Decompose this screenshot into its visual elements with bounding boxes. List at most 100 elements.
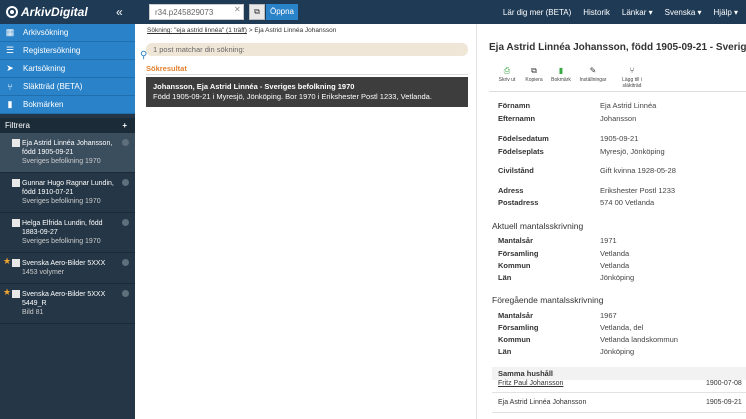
breadcrumb-search-link[interactable]: Sökning: "eja astrid linnéa" (1 träff) xyxy=(147,27,247,34)
document-icon xyxy=(12,139,20,147)
bookmark-item[interactable]: Gunnar Hugo Ragnar Lundin, född 1910-07-… xyxy=(0,173,135,213)
field-civil-status: Civilstånd Gift kvinna 1928-05-28 xyxy=(498,166,676,175)
copy-label: Kopiera xyxy=(525,77,543,83)
bookmark-item[interactable]: Eja Astrid Linnéa Johansson, född 1905-0… xyxy=(0,133,135,173)
field-label: Kommun xyxy=(498,261,531,270)
field-first-name: Förnamn Eja Astrid Linnéa xyxy=(498,101,656,110)
list-icon: ☰ xyxy=(5,45,15,55)
remove-bookmark-icon[interactable] xyxy=(122,290,129,297)
field-label: Civilstånd xyxy=(498,166,534,175)
clear-icon[interactable]: ✕ xyxy=(234,5,241,14)
household-member-date: 1905-09-21 xyxy=(706,399,742,406)
nav-history[interactable]: Historik xyxy=(583,8,610,17)
bookmark-button[interactable]: ▮ Bokmärk xyxy=(549,65,573,87)
result-item[interactable]: Johansson, Eja Astrid Linnéa - Sveriges … xyxy=(146,77,468,107)
field-postal-address: Postadress 574 00 Vetlanda xyxy=(498,198,654,207)
bookmark-subtitle: Bild 81 xyxy=(22,309,44,316)
document-icon xyxy=(12,290,20,298)
previous-census-heading: Föregående mantalsskrivning xyxy=(492,295,604,305)
divider xyxy=(492,392,746,393)
breadcrumb-separator: > xyxy=(248,27,253,34)
location-arrow-icon: ➤ xyxy=(6,63,14,73)
remove-bookmark-icon[interactable] xyxy=(122,219,129,226)
brand[interactable]: ArkivDigital xyxy=(0,0,135,24)
record-toolbar: ⎙ Skriv ut ⧉ Kopiera ▮ Bokmärk ✎ Inställ… xyxy=(495,65,651,89)
sidebar-item-family-tree[interactable]: ⑂ Släktträd (BETA) xyxy=(0,78,135,96)
sidebar: ▦ Arkivsökning ☰ Registersökning ➤ Karts… xyxy=(0,24,135,419)
record-detail-pane: Eja Astrid Linnéa Johansson, född 1905-0… xyxy=(476,24,746,419)
bookmark-item[interactable]: ★ Svenska Aero-Bilder 5XXX 5449_R Bild 8… xyxy=(0,284,135,324)
record-title: Eja Astrid Linnéa Johansson, född 1905-0… xyxy=(489,42,746,53)
bookmark-title: Svenska Aero-Bilder 5XXX 5449_R xyxy=(22,291,106,307)
print-button[interactable]: ⎙ Skriv ut xyxy=(495,65,519,87)
field-label: Födelseplats xyxy=(498,147,544,156)
divider xyxy=(489,91,746,92)
bookmark-icon: ▮ xyxy=(558,66,564,75)
household-member: Eja Astrid Linnéa Johansson 1905-09-21 xyxy=(498,399,746,406)
nav-help[interactable]: Hjälp ▾ xyxy=(714,8,738,17)
current-parish: Församling Vetlanda xyxy=(498,249,629,258)
sidebar-item-archive-search[interactable]: ▦ Arkivsökning xyxy=(0,24,135,42)
bookmark-item[interactable]: ★ Svenska Aero-Bilder 5XXX 1453 volymer xyxy=(0,253,135,284)
copy-button[interactable]: ⧉ Kopiera xyxy=(522,65,546,87)
household-member-link[interactable]: Fritz Paul Johansson xyxy=(498,380,706,387)
filter-label: Filtrera xyxy=(5,121,30,130)
settings-label: Inställningar xyxy=(579,77,607,83)
bookmark-icon: ▮ xyxy=(7,99,13,109)
star-icon[interactable]: ★ xyxy=(3,257,11,266)
field-label: Mantalsår xyxy=(498,236,534,245)
field-label: Förnamn xyxy=(498,101,531,110)
remove-bookmark-icon[interactable] xyxy=(122,179,129,186)
sidebar-item-label: Kartsökning xyxy=(23,64,66,73)
document-icon xyxy=(12,179,20,187)
field-label: Efternamn xyxy=(498,114,536,123)
result-detail: Född 1905-09-21 i Myresjö, Jönköping. Bo… xyxy=(153,92,432,101)
sidebar-item-label: Registersökning xyxy=(23,46,81,55)
add-bookmark-icon[interactable]: + xyxy=(122,118,127,133)
nav-learn-more[interactable]: Lär dig mer (BETA) xyxy=(503,8,571,17)
settings-button[interactable]: ✎ Inställningar xyxy=(576,65,610,87)
sidebar-item-map-search[interactable]: ➤ Kartsökning xyxy=(0,60,135,78)
bookmark-item[interactable]: Helga Elfrida Lundin, född 1883-09-27 Sv… xyxy=(0,213,135,253)
current-census-heading: Aktuell mantalsskrivning xyxy=(492,221,584,231)
copy-icon: ⧉ xyxy=(531,66,537,75)
bookmark-title: Eja Astrid Linnéa Johansson, född 1905-0… xyxy=(22,140,113,156)
remove-bookmark-icon[interactable] xyxy=(122,259,129,266)
add-to-tree-label: Lägg till i släktträd xyxy=(622,77,642,89)
field-value: Vetlanda xyxy=(600,249,630,258)
field-value: Jönköping xyxy=(600,273,635,282)
results-heading: Sökresultat xyxy=(146,64,187,73)
sidebar-item-register-search[interactable]: ☰ Registersökning xyxy=(0,42,135,60)
field-label: Adress xyxy=(498,186,524,195)
bookmark-title: Svenska Aero-Bilder 5XXX xyxy=(22,260,106,267)
household-heading: Samma hushåll xyxy=(492,367,746,380)
field-value: Vetlanda, del xyxy=(600,323,644,332)
field-birth-date: Födelsedatum 1905-09-21 xyxy=(498,134,638,143)
sidebar-item-label: Bokmärken xyxy=(23,100,64,109)
print-icon: ⎙ xyxy=(503,66,511,75)
tree-icon: ⑂ xyxy=(7,81,13,92)
field-last-name: Efternamn Johansson xyxy=(498,114,636,123)
field-label: Födelsedatum xyxy=(498,134,549,143)
sidebar-item-bookmarks[interactable]: ▮ Bokmärken xyxy=(0,96,135,114)
open-button[interactable]: Öppna xyxy=(266,4,298,20)
previous-county: Län Jönköping xyxy=(498,347,634,356)
nav-links[interactable]: Länkar ▾ xyxy=(622,8,653,17)
collapse-sidebar-icon[interactable]: « xyxy=(116,5,123,19)
tree-add-icon: ⑂ xyxy=(629,66,635,75)
nav-language[interactable]: Svenska ▾ xyxy=(665,8,702,17)
remove-bookmark-icon[interactable] xyxy=(122,139,129,146)
current-municipality: Kommun Vetlanda xyxy=(498,261,629,270)
star-icon[interactable]: ★ xyxy=(3,288,11,297)
bookmark-title: Helga Elfrida Lundin, född 1883-09-27 xyxy=(22,220,103,236)
bookmark-filter[interactable]: Filtrera + xyxy=(0,118,135,133)
document-icon xyxy=(12,259,20,267)
previous-year: Mantalsår 1967 xyxy=(498,311,617,320)
match-count: 1 post matchar din sökning: xyxy=(146,43,468,56)
copy-reference-icon[interactable]: ⧉ xyxy=(249,4,265,20)
add-to-tree-button[interactable]: ⑂ Lägg till i släktträd xyxy=(613,65,651,89)
household-member: Fritz Paul Johansson 1900-07-08 xyxy=(498,380,746,387)
current-county: Län Jönköping xyxy=(498,273,634,282)
reference-search-input[interactable] xyxy=(149,4,244,20)
sidebar-item-label: Arkivsökning xyxy=(23,28,69,37)
